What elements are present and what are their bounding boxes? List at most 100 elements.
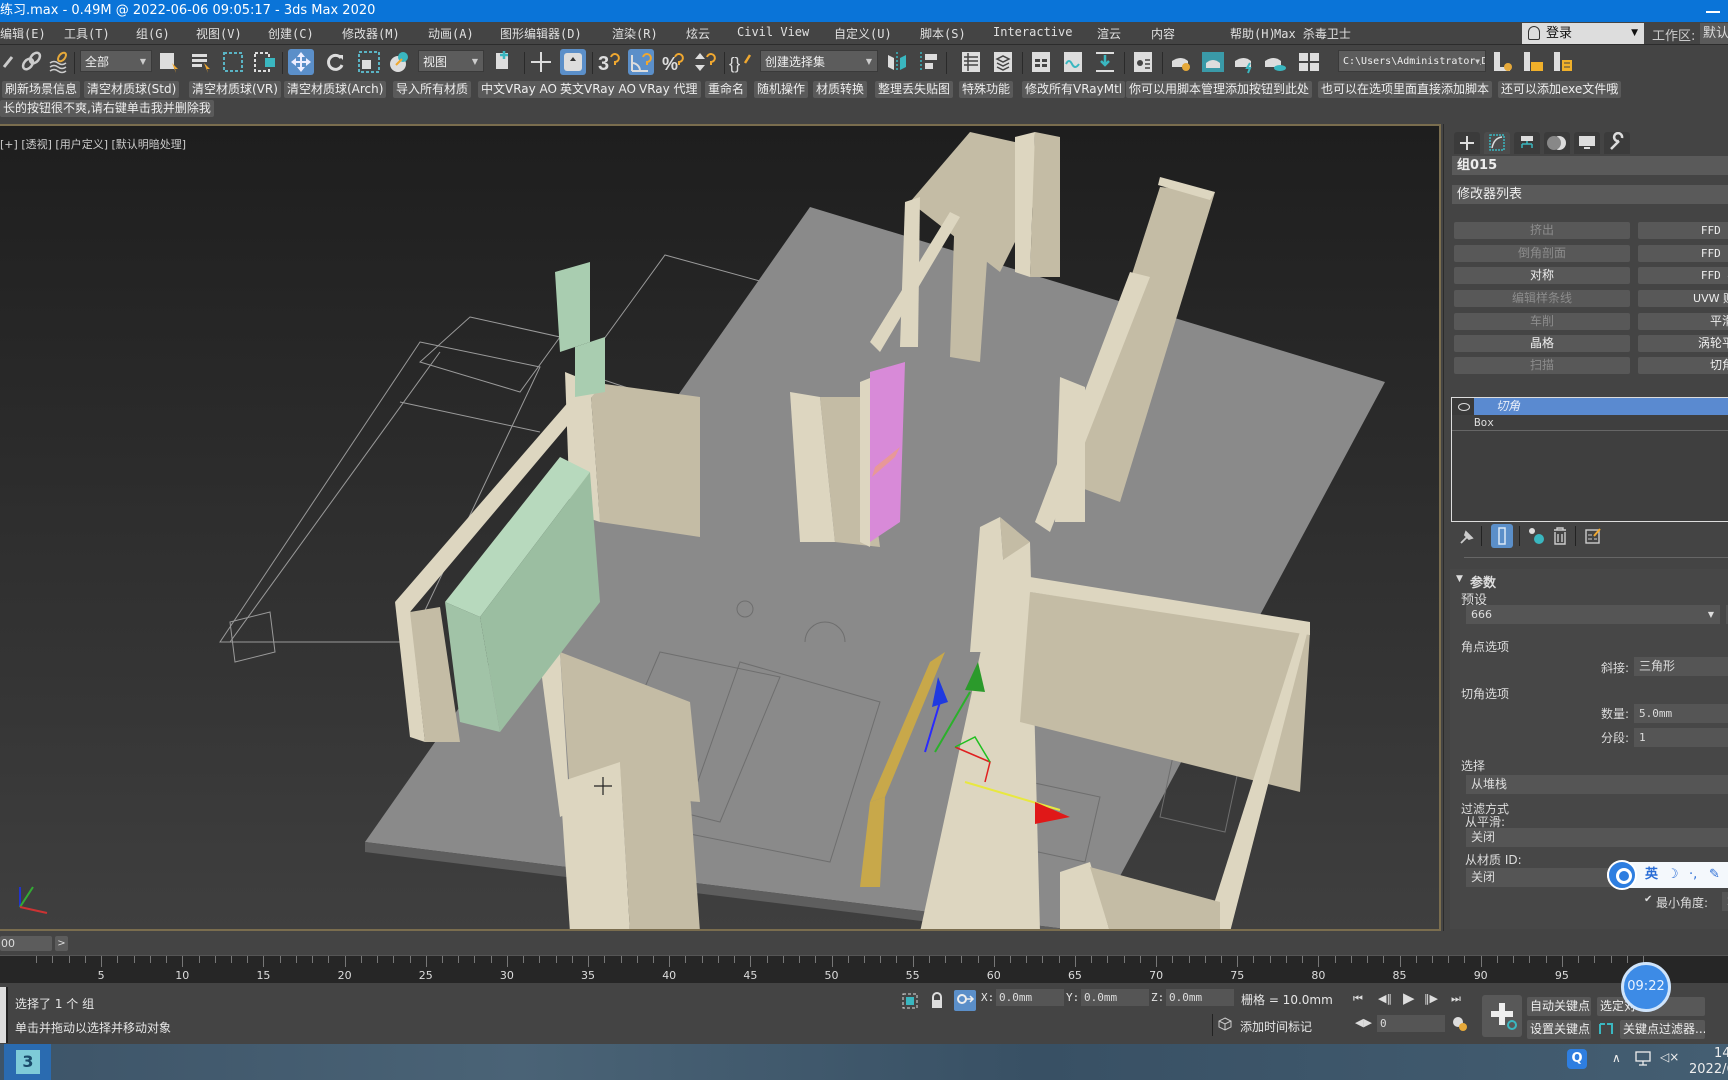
pivot-icon[interactable] xyxy=(492,49,518,75)
project-folder-icon[interactable] xyxy=(1520,49,1546,75)
frame-indicator[interactable]: 00 xyxy=(0,936,52,951)
modifier-button-lattice[interactable]: 晶格 xyxy=(1454,335,1630,352)
bind-space-warp-icon[interactable] xyxy=(46,49,72,75)
taskbar-date[interactable]: 2022/6/ xyxy=(1689,1062,1728,1077)
select-rotate-icon[interactable] xyxy=(322,49,348,75)
miter-dropdown[interactable]: 三角形 xyxy=(1634,657,1728,676)
display-tab[interactable] xyxy=(1574,132,1600,154)
menu-help[interactable]: 帮助(H) xyxy=(1230,25,1276,42)
scene-explorer-icon[interactable] xyxy=(958,49,984,75)
undo-icon[interactable] xyxy=(0,49,20,75)
script-button[interactable]: 你可以用脚本管理添加按钮到此处 xyxy=(1126,81,1313,98)
script-button[interactable]: 导入所有材质 xyxy=(393,81,472,98)
track-bar[interactable]: 5 10 15 20 25 30 35 40 45 50 55 60 65 70 75 80 85 90 95 xyxy=(0,955,1728,983)
taskbar-3dsmax-button[interactable]: 3 xyxy=(4,1044,51,1080)
modifier-button-sweep[interactable]: 扫描 xyxy=(1454,357,1630,374)
modifier-button-turbosmooth[interactable]: 涡轮平 xyxy=(1638,335,1728,352)
menu-animation[interactable]: 动画(A) xyxy=(428,25,474,42)
schematic-view-icon[interactable] xyxy=(1092,49,1118,75)
modifier-button-bevel-profile[interactable]: 倒角剖面 xyxy=(1454,245,1630,262)
modifier-button-ffd2[interactable]: FFD 2 xyxy=(1638,222,1728,239)
segments-spinner[interactable]: 1 xyxy=(1634,728,1728,747)
add-time-tag[interactable]: 添加时间标记 xyxy=(1240,1018,1312,1035)
script-button[interactable]: 英文VRay AO xyxy=(557,81,639,98)
z-coord-spinner[interactable]: 0.0mm xyxy=(1166,989,1234,1006)
create-tab[interactable] xyxy=(1454,132,1480,154)
window-crossing-icon[interactable] xyxy=(252,49,278,75)
next-frame-button[interactable]: > xyxy=(55,936,68,951)
punctuation-icon[interactable]: ·, xyxy=(1689,862,1697,888)
selection-lock-icon[interactable] xyxy=(930,992,944,1010)
utilities-tab[interactable] xyxy=(1604,132,1630,154)
preset-dropdown[interactable]: 666 ▼ xyxy=(1466,605,1720,624)
eye-icon[interactable] xyxy=(1452,398,1474,415)
named-selection-dropdown[interactable]: 创建选择集 ▼ xyxy=(760,50,878,72)
script-button[interactable]: 清空材质球(Arch) xyxy=(284,81,387,98)
moon-icon[interactable]: ☽ xyxy=(1667,862,1679,888)
ime-toolbar[interactable]: 英 ☽ ·, ✎ xyxy=(1607,860,1728,890)
goto-end-icon[interactable]: ⏭ xyxy=(1451,992,1461,1006)
toggle-ribbon-icon[interactable] xyxy=(1028,49,1054,75)
minimize-button[interactable] xyxy=(1706,11,1720,13)
min-angle-spinner[interactable]: 2 xyxy=(1722,892,1728,911)
wrench-icon[interactable]: ✎ xyxy=(1709,862,1720,888)
ref-coord-dropdown[interactable]: 视图 ▼ xyxy=(418,50,484,72)
material-editor-icon[interactable] xyxy=(1130,49,1156,75)
key-filter-icon[interactable] xyxy=(1597,1020,1615,1039)
menu-content[interactable]: 内容 xyxy=(1151,25,1175,42)
menu-views[interactable]: 视图(V) xyxy=(196,25,242,42)
menu-edit[interactable]: 编辑(E) xyxy=(0,25,46,42)
align-icon[interactable] xyxy=(916,49,942,75)
snap-3d-icon[interactable]: 3 xyxy=(596,49,622,75)
menu-graph-editors[interactable]: 图形编辑器(D) xyxy=(500,25,582,42)
layer-explorer-icon[interactable] xyxy=(990,49,1016,75)
menu-xuanyun[interactable]: 炫云 xyxy=(686,25,710,42)
edit-named-sets-icon[interactable]: {} xyxy=(728,49,754,75)
current-frame-spinner[interactable]: 0 xyxy=(1377,1015,1445,1032)
select-place-icon[interactable] xyxy=(386,49,412,75)
menu-customize[interactable]: 自定义(U) xyxy=(834,25,892,42)
set-key-button[interactable]: 设置关键点 xyxy=(1527,1020,1591,1039)
previous-frame-icon[interactable]: ◀‖ xyxy=(1378,992,1392,1005)
rollout-collapse-icon[interactable]: ▼ xyxy=(1456,574,1463,584)
menu-create[interactable]: 创建(C) xyxy=(268,25,314,42)
x-coord-spinner[interactable]: 0.0mm xyxy=(996,989,1064,1006)
maxscript-listener-mini[interactable] xyxy=(0,987,8,1043)
stack-item-chamfer[interactable]: 切角 xyxy=(1452,398,1728,415)
make-unique-icon[interactable] xyxy=(1528,526,1546,546)
object-name-field[interactable]: 组015 xyxy=(1452,156,1728,175)
show-end-result-icon[interactable] xyxy=(1491,524,1513,548)
script-button[interactable]: 清空材质球(VR) xyxy=(189,81,281,98)
angle-snap-icon[interactable] xyxy=(628,49,654,75)
tray-expand-icon[interactable]: ∧ xyxy=(1612,1051,1621,1065)
modifier-button-ffd4[interactable]: FFD 4 xyxy=(1638,267,1728,284)
min-angle-checkbox[interactable]: ✔ xyxy=(1644,894,1652,905)
project-settings-icon[interactable] xyxy=(1490,49,1516,75)
modify-tab[interactable] xyxy=(1484,132,1510,154)
rect-selection-icon[interactable] xyxy=(220,49,246,75)
modifier-button-chamfer[interactable]: 切角 xyxy=(1638,357,1728,374)
amount-spinner[interactable]: 5.0mm xyxy=(1634,704,1728,723)
manipulate-icon[interactable] xyxy=(528,49,554,75)
curve-editor-icon[interactable] xyxy=(1060,49,1086,75)
tray-ime-icon[interactable]: Q xyxy=(1567,1049,1587,1069)
script-button[interactable]: 中文VRay AO xyxy=(478,81,560,98)
menu-scripting[interactable]: 脚本(S) xyxy=(920,25,966,42)
ime-language[interactable]: 英 xyxy=(1645,862,1658,888)
spinner-snap-icon[interactable] xyxy=(692,49,718,75)
script-button[interactable]: 材质转换 xyxy=(813,81,868,98)
selection-dropdown[interactable]: 从堆栈 xyxy=(1466,775,1728,794)
rendered-frame-icon[interactable] xyxy=(1200,49,1226,75)
modifier-button-uvw-map[interactable]: UVW 贴 xyxy=(1638,290,1728,307)
script-button[interactable]: 长的按钮很不爽,请右键单击我并删除我 xyxy=(0,100,214,117)
keyboard-shortcut-icon[interactable] xyxy=(560,49,586,75)
render-setup-icon[interactable] xyxy=(1168,49,1194,75)
project-tree-icon[interactable] xyxy=(1550,49,1576,75)
script-button[interactable]: 刷新场景信息 xyxy=(2,81,81,98)
pin-stack-icon[interactable] xyxy=(1458,528,1476,546)
script-button[interactable]: 也可以在选项里面直接添加脚本 xyxy=(1318,81,1493,98)
menu-group[interactable]: 组(G) xyxy=(136,25,170,42)
render-cloud-icon[interactable] xyxy=(1262,49,1288,75)
select-move-icon[interactable] xyxy=(288,49,314,75)
gallery-icon[interactable] xyxy=(1296,49,1322,75)
